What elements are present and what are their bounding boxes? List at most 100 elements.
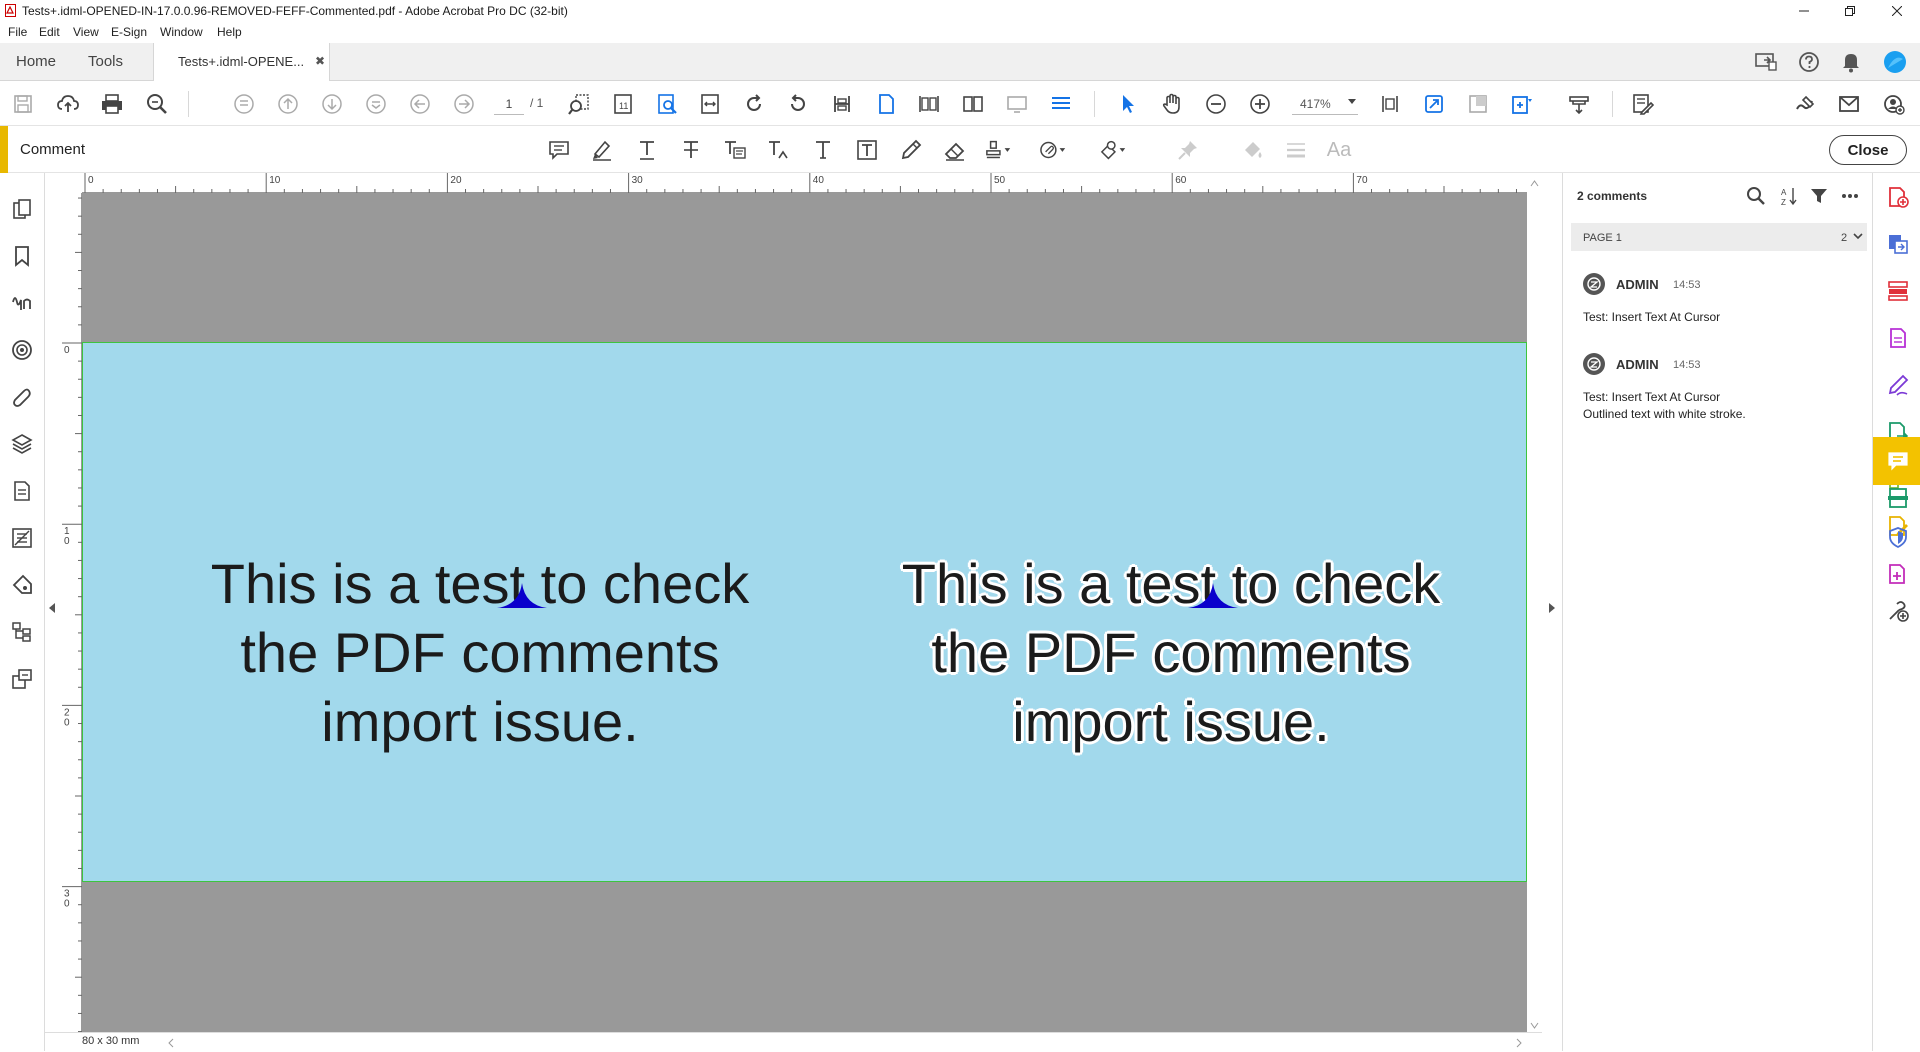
comment-tool-icon[interactable] — [1886, 449, 1910, 473]
zoom-search-icon[interactable] — [144, 91, 170, 117]
sign-document-icon[interactable] — [1630, 91, 1656, 117]
forward-view-icon[interactable] — [451, 91, 477, 117]
highlight-text-icon[interactable] — [588, 137, 616, 163]
tags-icon[interactable] — [10, 573, 34, 597]
back-view-icon[interactable] — [407, 91, 433, 117]
crop-icon[interactable] — [1465, 91, 1491, 117]
search-icon[interactable] — [1745, 185, 1767, 207]
share-screen-icon[interactable] — [1754, 50, 1778, 74]
tab-tools[interactable]: Tools — [88, 53, 123, 70]
help-icon[interactable] — [1797, 50, 1821, 74]
select-tool-icon[interactable] — [1115, 91, 1141, 117]
zoom-out-icon[interactable] — [1203, 91, 1229, 117]
account-avatar-icon[interactable] — [1883, 50, 1907, 74]
two-page-scroll-icon[interactable] — [916, 91, 942, 117]
strikethrough-icon[interactable] — [677, 137, 705, 163]
sort-icon[interactable]: AZ — [1777, 185, 1799, 207]
close-tab-icon[interactable]: ✖ — [315, 54, 325, 68]
attach-file-icon[interactable] — [1040, 137, 1068, 163]
email-icon[interactable] — [1836, 91, 1862, 117]
last-page-icon[interactable] — [363, 91, 389, 117]
organize-pages-icon[interactable] — [1886, 279, 1910, 303]
stamp-tool-icon[interactable] — [1566, 91, 1592, 117]
filter-icon[interactable] — [1808, 185, 1830, 207]
insert-text-caret-mark[interactable] — [1188, 583, 1238, 609]
export-pdf-icon[interactable] — [1421, 91, 1447, 117]
rotate-clockwise-icon[interactable] — [741, 91, 767, 117]
full-screen-icon[interactable] — [1004, 91, 1030, 117]
content-panel-icon[interactable] — [10, 526, 34, 550]
expand-right-pane-icon[interactable] — [1549, 603, 1555, 613]
upload-cloud-icon[interactable] — [55, 91, 81, 117]
model-tree-icon[interactable] — [10, 620, 34, 644]
page-number-input[interactable] — [494, 93, 524, 115]
save-icon[interactable] — [10, 91, 36, 117]
signatures-icon[interactable] — [10, 291, 34, 315]
text-box-icon[interactable] — [853, 137, 881, 163]
eraser-icon[interactable] — [941, 137, 969, 163]
menu-edit[interactable]: Edit — [39, 25, 60, 39]
fit-width-icon[interactable] — [697, 91, 723, 117]
tab-document[interactable]: Tests+.idml-OPENE... ✖ — [153, 43, 330, 82]
page-group-header[interactable]: PAGE 1 2 — [1571, 223, 1867, 251]
fill-color-icon[interactable] — [1239, 137, 1267, 163]
pin-icon[interactable] — [1174, 137, 1202, 163]
menu-esign[interactable]: E-Sign — [111, 25, 147, 39]
vertical-scrollbar[interactable] — [1527, 173, 1542, 1051]
zoom-level-dropdown[interactable]: 417% — [1292, 93, 1358, 115]
add-account-icon[interactable] — [1881, 91, 1907, 117]
insert-text-caret-mark[interactable] — [497, 583, 547, 609]
close-comment-button[interactable]: Close — [1829, 135, 1907, 165]
find-text-icon[interactable] — [566, 91, 592, 117]
menu-help[interactable]: Help — [217, 25, 242, 39]
bookmarks-icon[interactable] — [10, 244, 34, 268]
menu-view[interactable]: View — [73, 25, 99, 39]
prepare-form-icon[interactable] — [1886, 562, 1910, 586]
scrolling-mode-icon[interactable] — [829, 91, 855, 117]
rotate-counterclockwise-icon[interactable] — [785, 91, 811, 117]
marquee-zoom-icon[interactable] — [1377, 91, 1403, 117]
layers-icon[interactable] — [10, 432, 34, 456]
fill-and-sign-tool-icon[interactable] — [1886, 373, 1910, 397]
protect-icon[interactable] — [1886, 525, 1910, 549]
page-thumbnails-icon[interactable] — [10, 197, 34, 221]
zoom-in-icon[interactable] — [1247, 91, 1273, 117]
two-page-view-icon[interactable] — [960, 91, 986, 117]
add-stamp-icon[interactable] — [985, 137, 1013, 163]
horizontal-scrollbar[interactable] — [45, 1032, 1542, 1051]
notification-bell-icon[interactable] — [1839, 50, 1863, 74]
close-window-button[interactable] — [1874, 0, 1920, 21]
text-properties-icon[interactable]: Aa — [1325, 137, 1353, 163]
minimize-button[interactable] — [1781, 0, 1827, 21]
print-icon[interactable] — [99, 91, 125, 117]
next-page-icon[interactable] — [319, 91, 345, 117]
line-width-icon[interactable] — [1282, 137, 1310, 163]
accessibility-icon[interactable] — [10, 338, 34, 362]
replace-text-icon[interactable] — [721, 137, 749, 163]
drawing-tools-icon[interactable] — [1100, 137, 1128, 163]
sticky-note-icon[interactable] — [545, 137, 573, 163]
insert-text-icon[interactable] — [765, 137, 793, 163]
read-mode-icon[interactable] — [1048, 91, 1074, 117]
menu-window[interactable]: Window — [160, 25, 203, 39]
destinations-icon[interactable] — [10, 667, 34, 691]
first-page-icon[interactable] — [231, 91, 257, 117]
attachments-icon[interactable] — [10, 385, 34, 409]
add-text-comment-icon[interactable] — [809, 137, 837, 163]
order-panel-icon[interactable] — [10, 479, 34, 503]
more-tools-icon[interactable] — [1886, 599, 1910, 623]
underline-text-icon[interactable] — [633, 137, 661, 163]
export-pdf-tool-icon[interactable] — [1886, 326, 1910, 350]
hand-tool-icon[interactable] — [1159, 91, 1185, 117]
tab-home[interactable]: Home — [16, 53, 56, 70]
more-options-icon[interactable] — [1839, 185, 1861, 207]
pencil-draw-icon[interactable] — [897, 137, 925, 163]
create-pdf-tool-icon[interactable] — [1886, 185, 1910, 209]
scan-ocr-icon[interactable] — [1886, 486, 1910, 510]
fill-sign-icon[interactable] — [1792, 91, 1818, 117]
collapse-left-pane-icon[interactable] — [49, 603, 55, 613]
page-number-icon[interactable]: 11 — [610, 91, 636, 117]
create-pdf-icon[interactable] — [1509, 91, 1535, 117]
restore-button[interactable] — [1827, 0, 1873, 21]
single-page-icon[interactable] — [873, 91, 899, 117]
